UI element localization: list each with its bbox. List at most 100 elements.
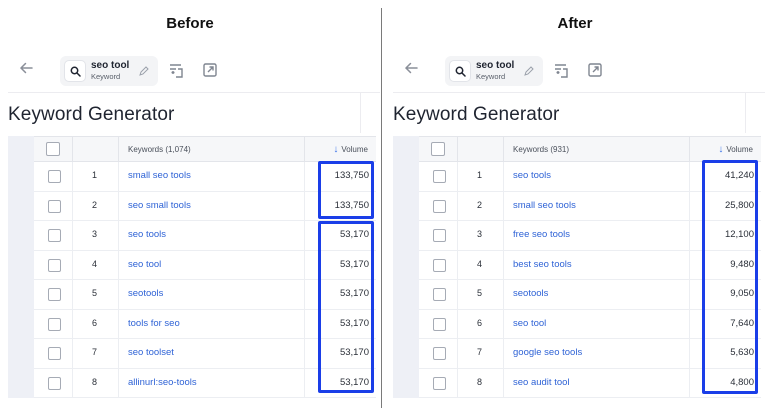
row-checkbox[interactable]	[48, 347, 61, 360]
chip-keyword: seo tool	[476, 60, 515, 71]
column-divider	[72, 221, 73, 250]
column-divider	[457, 339, 458, 368]
seed-keyword-chip[interactable]: seo tool Keyword	[445, 56, 543, 86]
row-number: 3	[477, 229, 483, 239]
row-number: 5	[477, 288, 483, 298]
add-to-list-icon[interactable]	[553, 62, 571, 85]
column-divider	[304, 309, 305, 339]
highlight-box	[702, 160, 758, 394]
table-header: Keywords (931) ↓ Volume	[419, 136, 761, 162]
column-divider	[457, 221, 458, 250]
column-divider	[503, 280, 504, 309]
search-icon	[449, 60, 471, 82]
column-divider	[457, 309, 458, 339]
row-checkbox[interactable]	[433, 288, 446, 301]
column-divider	[457, 137, 458, 161]
column-divider	[118, 221, 119, 250]
column-divider	[457, 162, 458, 191]
column-divider	[503, 368, 504, 398]
keyword-link[interactable]: seotools	[513, 288, 548, 299]
column-divider	[503, 339, 504, 368]
row-checkbox[interactable]	[433, 199, 446, 213]
table-side-strip	[8, 136, 34, 398]
row-checkbox[interactable]	[433, 170, 446, 183]
keyword-link[interactable]: seo audit tool	[513, 377, 570, 388]
keyword-link[interactable]: seotools	[128, 288, 163, 299]
column-divider	[457, 368, 458, 398]
row-checkbox[interactable]	[433, 229, 446, 242]
column-divider	[503, 250, 504, 280]
row-checkbox[interactable]	[433, 317, 446, 331]
row-checkbox[interactable]	[433, 376, 446, 390]
column-divider	[689, 137, 690, 161]
row-checkbox[interactable]	[48, 258, 61, 272]
column-divider	[72, 137, 73, 161]
title-divider	[745, 93, 746, 133]
toolbar: seo tool Keyword	[10, 56, 370, 86]
keyword-link[interactable]: seo tools	[128, 229, 166, 240]
highlight-box	[318, 161, 374, 219]
keyword-link[interactable]: seo tools	[513, 170, 551, 181]
column-divider	[72, 280, 73, 309]
row-checkbox[interactable]	[48, 317, 61, 331]
row-checkbox[interactable]	[48, 199, 61, 213]
keyword-link[interactable]: seo tool	[128, 259, 161, 270]
keyword-link[interactable]: seo toolset	[128, 347, 174, 358]
row-checkbox[interactable]	[48, 229, 61, 242]
select-all-checkbox[interactable]	[46, 142, 60, 156]
volume-column-header[interactable]: ↓ Volume	[718, 144, 753, 155]
keyword-link[interactable]: best seo tools	[513, 259, 572, 270]
row-checkbox[interactable]	[48, 170, 61, 183]
pencil-icon[interactable]	[523, 64, 535, 82]
column-divider	[304, 250, 305, 280]
keyword-link[interactable]: seo small tools	[128, 200, 191, 211]
chip-keyword: seo tool	[91, 60, 130, 71]
before-heading: Before	[166, 15, 214, 32]
volume-column-header[interactable]: ↓ Volume	[333, 144, 368, 155]
row-number: 1	[477, 170, 483, 180]
seed-keyword-chip[interactable]: seo tool Keyword	[60, 56, 158, 86]
row-checkbox[interactable]	[48, 376, 61, 390]
keywords-column-header[interactable]: Keywords (931)	[513, 145, 569, 154]
page-title: Keyword Generator	[393, 104, 560, 125]
chip-type: Keyword	[91, 72, 121, 81]
page-title: Keyword Generator	[8, 104, 175, 125]
column-divider	[118, 191, 119, 221]
volume-label: Volume	[726, 145, 753, 154]
column-divider	[304, 221, 305, 250]
external-link-icon[interactable]	[202, 62, 218, 83]
column-divider	[689, 309, 690, 339]
column-divider	[689, 339, 690, 368]
row-checkbox[interactable]	[48, 288, 61, 301]
keyword-link[interactable]: tools for seo	[128, 318, 180, 329]
keywords-column-header[interactable]: Keywords (1,074)	[128, 145, 191, 154]
select-all-checkbox[interactable]	[431, 142, 445, 156]
back-arrow-icon[interactable]	[18, 60, 38, 82]
row-checkbox[interactable]	[433, 258, 446, 272]
column-divider	[118, 309, 119, 339]
column-divider	[118, 368, 119, 398]
keyword-link[interactable]: free seo tools	[513, 229, 570, 240]
column-divider	[304, 137, 305, 161]
column-divider	[457, 250, 458, 280]
back-arrow-icon[interactable]	[403, 60, 423, 82]
column-divider	[457, 280, 458, 309]
column-divider	[689, 191, 690, 221]
column-divider	[118, 162, 119, 191]
row-checkbox[interactable]	[433, 347, 446, 360]
keyword-link[interactable]: google seo tools	[513, 347, 582, 358]
column-divider	[503, 221, 504, 250]
keyword-link[interactable]: small seo tools	[128, 170, 191, 181]
external-link-icon[interactable]	[587, 62, 603, 83]
keyword-link[interactable]: seo tool	[513, 318, 546, 329]
keyword-link[interactable]: allinurl:seo-tools	[128, 377, 197, 388]
pencil-icon[interactable]	[138, 64, 150, 82]
column-divider	[689, 162, 690, 191]
table-side-strip	[393, 136, 419, 398]
keyword-link[interactable]: small seo tools	[513, 200, 576, 211]
toolbar-separator	[393, 92, 765, 93]
add-to-list-icon[interactable]	[168, 62, 186, 85]
highlight-box	[318, 221, 374, 393]
volume-label: Volume	[341, 145, 368, 154]
toolbar-separator	[8, 92, 380, 93]
